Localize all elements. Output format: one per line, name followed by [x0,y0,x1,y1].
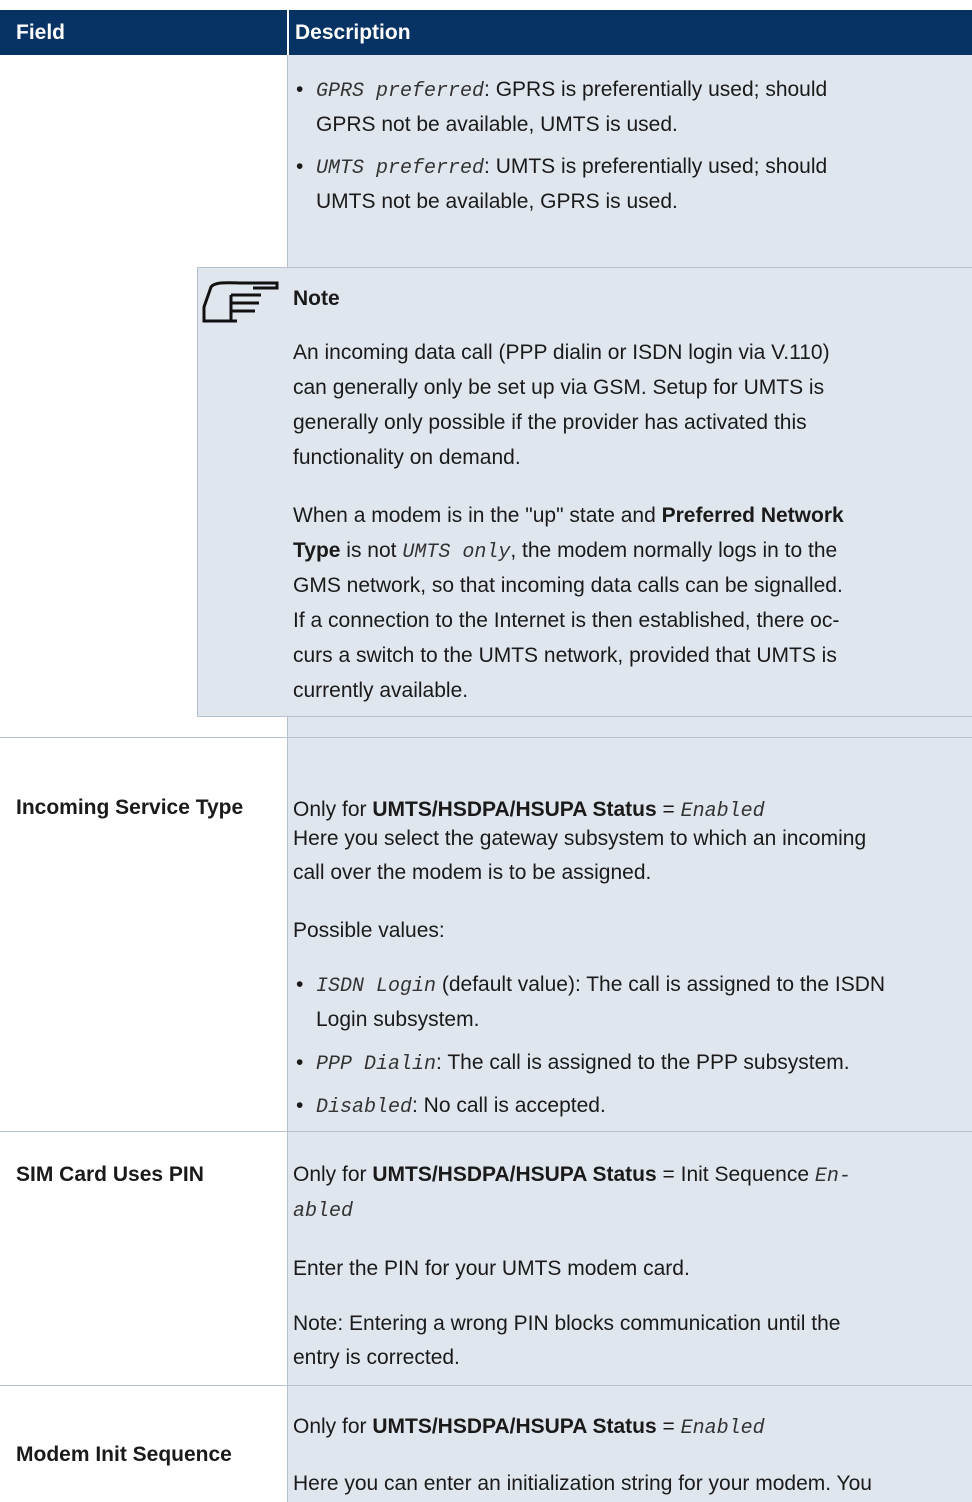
list-item: ISDN Login (default value): The call is … [316,973,886,998]
note-text-line: Type is not UMTS only, the modem normall… [293,539,838,564]
column-divider [287,55,288,267]
description-line: Possible values: [293,919,445,942]
list-item: UMTS preferred: UMTS is preferentially u… [316,155,828,180]
description-line: entry is corrected. [293,1346,460,1369]
list-item: • [296,973,304,996]
note-text-line: curs a switch to the UMTS network, provi… [293,644,837,667]
list-item-continuation: GPRS not be available, UMTS is used. [316,113,678,136]
description-line: Here you can enter an initialization str… [293,1472,872,1495]
row-divider [0,1131,972,1132]
field-modem-init-sequence: Modem Init Sequence [16,1443,232,1466]
row-divider [0,737,972,738]
field-incoming-service-type: Incoming Service Type [16,796,244,819]
note-text-line: When a modem is in the "up" state and Pr… [293,504,844,527]
list-item: GPRS preferred: GPRS is preferentially u… [316,78,828,103]
description-line: Note: Entering a wrong PIN blocks commun… [293,1312,841,1335]
note-text-line: currently available. [293,679,469,702]
list-item-continuation: Login subsystem. [316,1008,480,1031]
list-item-continuation: UMTS not be available, GPRS is used. [316,190,678,213]
note-text-line: GMS network, so that incoming data calls… [293,574,843,597]
list-item: • [296,155,304,178]
only-for-line: Only for UMTS/HSDPA/HSUPA Status = Init … [293,1163,851,1188]
list-item: Disabled: No call is accepted. [316,1094,606,1119]
list-item: PPP Dialin: The call is assigned to the … [316,1051,850,1076]
note-title: Note [293,287,340,310]
list-item: • [296,1051,304,1074]
pointing-hand-icon [202,281,279,323]
only-for-line: Only for UMTS/HSDPA/HSUPA Status = Enabl… [293,1415,765,1440]
note-text-line: An incoming data call (PPP dialin or ISD… [293,341,830,364]
header-divider [287,10,289,55]
description-column-header: Description [295,21,411,44]
note-text-line: If a connection to the Internet is then … [293,609,840,632]
note-text-line: functionality on demand. [293,446,521,469]
note-text-line: generally only possible if the provider … [293,411,807,434]
description-line: call over the modem is to be assigned. [293,861,652,884]
field-column-header: Field [16,21,66,44]
field-sim-card-uses-pin: SIM Card Uses PIN [16,1163,204,1186]
note-text-line: can generally only be set up via GSM. Se… [293,376,825,399]
description-line: Enter the PIN for your UMTS modem card. [293,1257,690,1280]
only-for-line-continuation: abled [293,1200,354,1223]
note-left-margin [0,267,197,716]
list-item: • [296,1094,304,1117]
description-line: Here you select the gateway subsystem to… [293,827,867,850]
table-header: Field Description [0,10,972,55]
list-item: • [296,78,304,101]
row-divider [0,1385,972,1386]
